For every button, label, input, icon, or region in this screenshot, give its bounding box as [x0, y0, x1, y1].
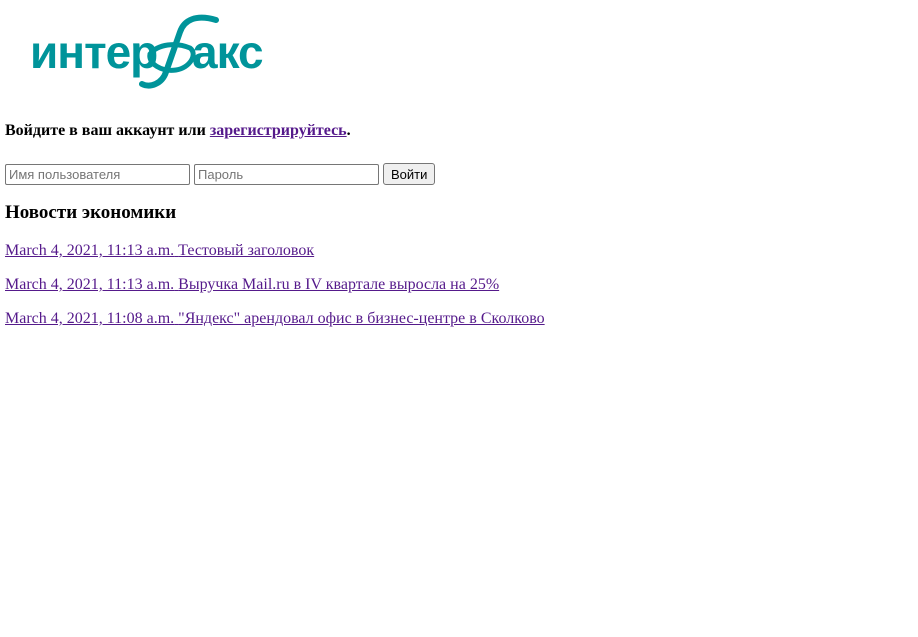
login-prompt-text: Войдите в ваш аккаунт или: [5, 122, 210, 139]
svg-text:акс: акс: [192, 26, 263, 78]
login-prompt: Войдите в ваш аккаунт или зарегистрируйт…: [5, 121, 351, 141]
section-title: Новости экономики: [5, 202, 177, 223]
news-link-3[interactable]: March 4, 2021, 11:08 a.m. "Яндекс" аренд…: [5, 310, 545, 327]
login-form: Войти: [5, 163, 436, 185]
news-date: March 4, 2021, 11:08 a.m.: [5, 310, 175, 327]
news-title: Выручка Mail.ru в IV квартале выросла на…: [178, 276, 500, 293]
list-item: March 4, 2021, 11:13 a.m. Выручка Mail.r…: [5, 276, 545, 310]
news-list: March 4, 2021, 11:13 a.m. Тестовый загол…: [5, 242, 545, 344]
register-link[interactable]: зарегистрируйтесь: [210, 122, 347, 139]
news-date: March 4, 2021, 11:13 a.m.: [5, 242, 175, 259]
password-input[interactable]: [194, 163, 379, 185]
news-title: "Яндекс" арендовал офис в бизнес-центре …: [178, 310, 545, 327]
interfax-logo[interactable]: интер акс: [30, 14, 280, 92]
login-button[interactable]: Войти: [383, 163, 436, 185]
interfax-logo-icon: интер акс: [30, 14, 264, 89]
login-prompt-end: .: [346, 122, 351, 139]
news-link-1[interactable]: March 4, 2021, 11:13 a.m. Тестовый загол…: [5, 242, 314, 259]
username-input[interactable]: [5, 163, 190, 185]
news-title: Тестовый заголовок: [178, 242, 315, 259]
list-item: March 4, 2021, 11:13 a.m. Тестовый загол…: [5, 242, 545, 276]
news-date: March 4, 2021, 11:13 a.m.: [5, 276, 175, 293]
list-item: March 4, 2021, 11:08 a.m. "Яндекс" аренд…: [5, 310, 545, 344]
svg-text:интер: интер: [30, 26, 157, 78]
news-link-2[interactable]: March 4, 2021, 11:13 a.m. Выручка Mail.r…: [5, 276, 499, 293]
